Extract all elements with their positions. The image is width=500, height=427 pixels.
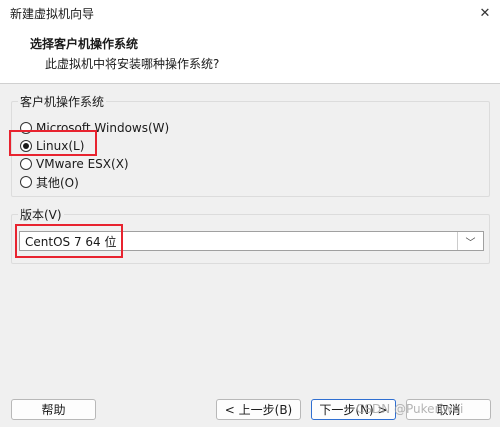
guest-os-group: 客户机操作系统 Microsoft Windows(W) Linux(L) VM… <box>11 93 490 197</box>
radio-button[interactable] <box>20 122 32 134</box>
version-selected-value: CentOS 7 64 位 <box>25 234 117 249</box>
version-select[interactable]: CentOS 7 64 位 ﹀ <box>19 231 484 251</box>
title-bar: 新建虚拟机向导 ✕ <box>0 0 500 26</box>
radio-vmware-esx[interactable]: VMware ESX(X) <box>20 156 129 172</box>
chevron-down-icon[interactable]: ﹀ <box>457 232 483 250</box>
radio-linux[interactable]: Linux(L) <box>20 138 84 154</box>
radio-button-checked[interactable] <box>20 140 32 152</box>
close-icon[interactable]: ✕ <box>470 1 500 25</box>
page-subtitle: 此虚拟机中将安装哪种操作系统? <box>45 57 220 71</box>
window-title: 新建虚拟机向导 <box>10 6 95 21</box>
radio-button[interactable] <box>20 158 32 170</box>
radio-label: Linux(L) <box>36 139 85 153</box>
watermark: CSDN @Pukeriwei <box>356 402 464 416</box>
page-title: 选择客户机操作系统 <box>30 37 139 51</box>
radio-label: 其他(O) <box>36 175 79 190</box>
radio-label: Microsoft Windows(W) <box>36 121 170 135</box>
version-group: 版本(V) CentOS 7 64 位 ﹀ <box>11 206 490 264</box>
radio-button[interactable] <box>20 176 32 188</box>
guest-os-legend: 客户机操作系统 <box>18 93 107 110</box>
back-button[interactable]: < 上一步(B) <box>216 399 301 420</box>
radio-other[interactable]: 其他(O) <box>20 174 79 190</box>
wizard-header: 选择客户机操作系统 此虚拟机中将安装哪种操作系统? <box>0 26 500 84</box>
radio-microsoft-windows[interactable]: Microsoft Windows(W) <box>20 120 169 136</box>
radio-label: VMware ESX(X) <box>36 157 129 171</box>
help-button[interactable]: 帮助 <box>11 399 96 420</box>
version-legend: 版本(V) <box>18 206 64 223</box>
